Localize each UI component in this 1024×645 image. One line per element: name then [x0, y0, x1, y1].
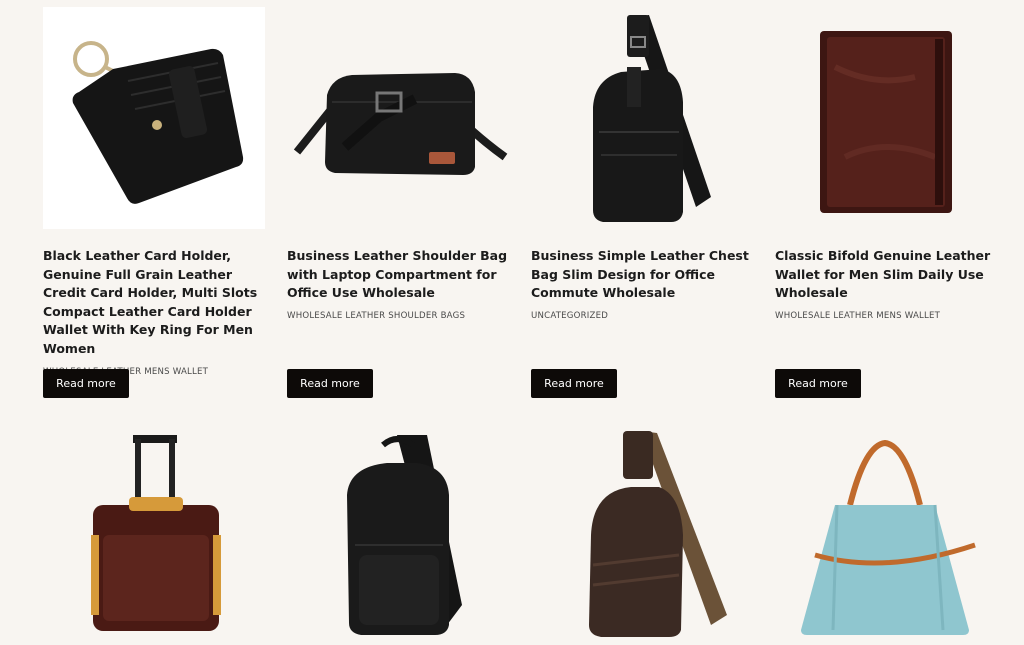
- product-image-backpack[interactable]: [287, 425, 509, 645]
- product-category[interactable]: UNCATEGORIZED: [531, 311, 753, 321]
- read-more-button[interactable]: Read more: [531, 369, 617, 398]
- product-image-bifold-wallet[interactable]: [775, 7, 997, 229]
- product-card: Classic Bifold Genuine Leather Wallet fo…: [775, 7, 997, 398]
- product-card: Business Leather Shoulder Bag with Lapto…: [287, 7, 509, 398]
- product-title[interactable]: Classic Bifold Genuine Leather Wallet fo…: [775, 247, 997, 303]
- product-category[interactable]: WHOLESALE LEATHER SHOULDER BAGS: [287, 311, 509, 321]
- product-title[interactable]: Black Leather Card Holder, Genuine Full …: [43, 247, 265, 359]
- product-image-shoulder-bag[interactable]: [287, 7, 509, 229]
- product-card: Black Leather Card Holder, Genuine Full …: [43, 7, 265, 398]
- product-category[interactable]: WHOLESALE LEATHER MENS WALLET: [775, 311, 997, 321]
- read-more-button[interactable]: Read more: [775, 369, 861, 398]
- product-image-sling-bag[interactable]: [531, 425, 753, 645]
- product-image-chest-bag[interactable]: [531, 7, 753, 229]
- product-title[interactable]: Business Simple Leather Chest Bag Slim D…: [531, 247, 753, 303]
- product-image-blue-tote[interactable]: [775, 425, 997, 645]
- read-more-button[interactable]: Read more: [287, 369, 373, 398]
- product-title[interactable]: Business Leather Shoulder Bag with Lapto…: [287, 247, 509, 303]
- product-image-rolling-briefcase[interactable]: [43, 425, 265, 645]
- product-image-card-holder[interactable]: [43, 7, 265, 229]
- read-more-button[interactable]: Read more: [43, 369, 129, 398]
- product-card: Business Simple Leather Chest Bag Slim D…: [531, 7, 753, 398]
